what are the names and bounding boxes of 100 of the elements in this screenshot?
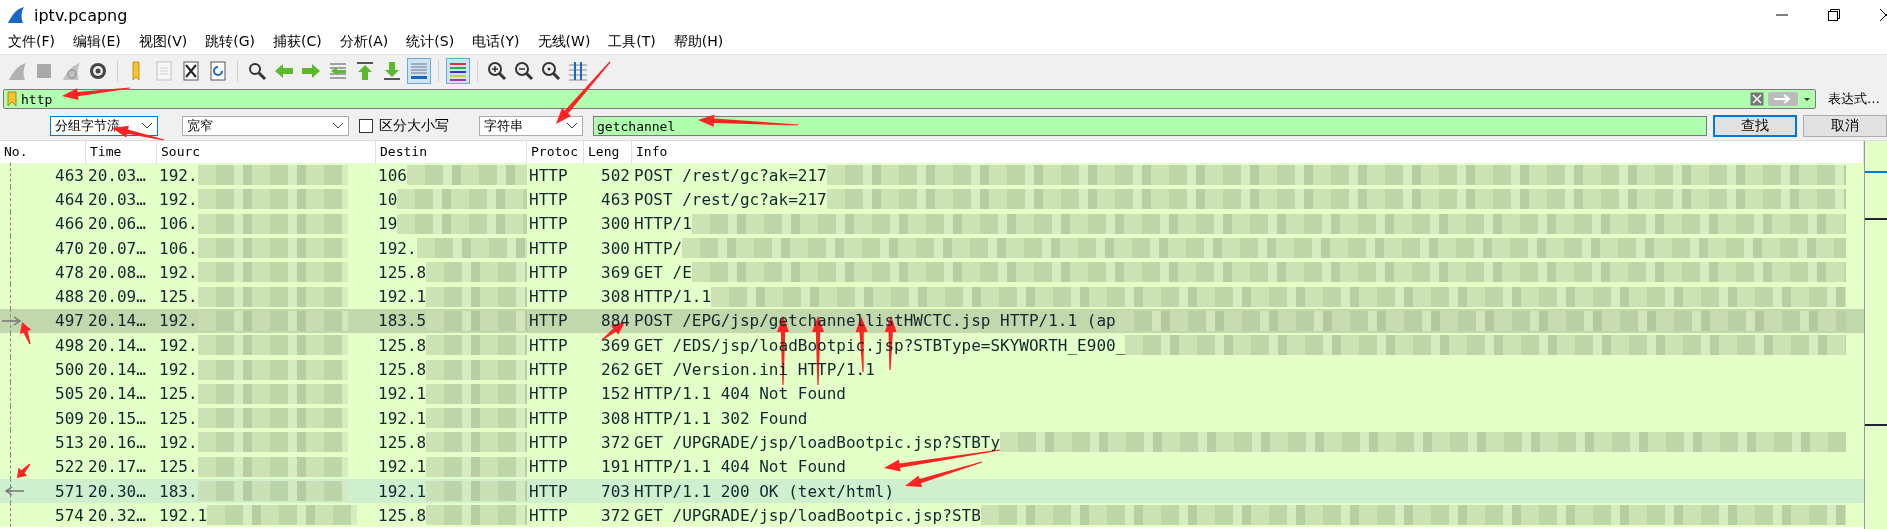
table-cell: 20.32… [88, 505, 146, 525]
packet-row[interactable]: 470 20.07… 106. 192. HTTP 300 HTTP/ [0, 235, 1864, 261]
menu-item[interactable]: 捕获(C) [273, 33, 322, 51]
table-cell: 106 [378, 165, 407, 185]
table-cell: 300 [601, 214, 630, 234]
table-cell: 372 [601, 505, 630, 525]
menu-item[interactable]: 工具(T) [608, 33, 656, 51]
table-cell: 372 [601, 432, 630, 452]
menu-item[interactable]: 编辑(E) [73, 33, 121, 51]
table-cell: 488 [55, 287, 84, 307]
menu-item[interactable]: 文件(F) [8, 33, 55, 51]
table-cell: 192.1 [378, 457, 427, 477]
table-cell: 192.1 [378, 384, 427, 404]
menu-item[interactable]: 电话(Y) [472, 33, 520, 51]
table-cell: 20.17… [88, 457, 146, 477]
table-cell: 183.5 [378, 311, 427, 331]
packet-row[interactable]: 464 20.03… 192. 10 HTTP 463 POST /rest/gc?ak=217 [0, 187, 1864, 212]
table-cell: HTTP/1.1 [634, 287, 712, 307]
dropdown[interactable]: 宽窄 [182, 116, 349, 136]
packet-row[interactable]: 466 20.06… 106. 19 HTTP 300 HTTP/1 [0, 211, 1864, 236]
menu-item[interactable]: 分析(A) [339, 33, 389, 51]
packet-row[interactable]: 522 20.17… 125. 192.1 HTTP 191 HTTP/1.1 404 Not Found [0, 454, 1864, 479]
table-cell: 106. [159, 238, 198, 258]
table-cell: 192. [159, 432, 198, 452]
table-cell: HTTP/1.1 404 Not Found [634, 384, 846, 404]
table-cell: 125.8 [378, 262, 427, 282]
table-cell: 463 [601, 189, 630, 209]
table-cell: 470 [55, 238, 84, 258]
table-cell: HTTP [529, 360, 568, 379]
find-button[interactable]: 查找 [1713, 115, 1797, 137]
table-cell: HTTP [529, 287, 568, 307]
table-cell: GET /UPGRADE/jsp/loadBootpic.jsp?STBTy [634, 432, 1001, 452]
table-cell: HTTP/1.1 404 Not Found [634, 457, 846, 477]
table-cell: HTTP [529, 432, 568, 452]
table-cell: 466 [55, 214, 84, 234]
packet-row[interactable]: 478 20.08… 192. 125.8 HTTP 369 GET /E [0, 260, 1864, 285]
window-title: iptv.pcapng [34, 5, 128, 25]
packet-row[interactable]: 574 20.32… 192.1 125.8 HTTP 372 GET /UPGRADE/jsp/loadBootpic.jsp?STB [0, 503, 1864, 528]
menu-item[interactable]: 无线(W) [537, 33, 591, 51]
display-filter-field[interactable]: http [3, 89, 1816, 109]
table-cell: HTTP/1 [634, 214, 692, 234]
table-cell: 505 [55, 384, 84, 404]
table-cell: 20.03… [88, 165, 146, 185]
table-cell: HTTP [529, 481, 568, 501]
menu-item[interactable]: 跳转(G) [205, 33, 256, 51]
table-cell: 574 [55, 505, 84, 525]
table-cell: 522 [55, 457, 84, 477]
table-cell: 703 [601, 481, 630, 501]
table-cell: 369 [601, 335, 630, 355]
packet-row[interactable]: 505 20.14… 125. 192.1 HTTP 152 HTTP/1.1 404 Not Found [0, 381, 1864, 406]
table-cell: 191 [601, 457, 630, 477]
table-cell: 125.8 [378, 335, 427, 355]
table-cell: 20.14… [88, 384, 146, 404]
menu-item[interactable]: 统计(S) [406, 33, 455, 51]
table-cell: HTTP/1.1 200 OK (text/html) [634, 481, 895, 501]
table-cell: HTTP [529, 262, 568, 282]
table-cell: 502 [601, 165, 630, 185]
table-cell: 192. [159, 311, 198, 331]
table-cell: 20.03… [88, 189, 146, 209]
packet-row[interactable]: 571 20.30… 183. 192.1 HTTP 703 HTTP/1.1 200 OK (text/html) [0, 478, 1864, 504]
table-cell: GET /E [634, 262, 692, 282]
table-cell: 125. [159, 457, 198, 477]
table-cell: 20.14… [88, 360, 146, 379]
table-cell: HTTP [529, 189, 568, 209]
table-cell: HTTP [529, 238, 568, 258]
table-cell: 463 [55, 165, 84, 185]
table-cell: 20.16… [88, 432, 146, 452]
table-cell: 509 [55, 408, 84, 428]
table-cell: 192. [159, 165, 198, 185]
table-cell: 152 [601, 384, 630, 404]
table-cell: HTTP [529, 505, 568, 525]
table-cell: HTTP [529, 214, 568, 234]
table-cell: 125.8 [378, 432, 427, 452]
table-cell: 884 [601, 311, 630, 331]
search-field[interactable]: getchannel [593, 116, 1707, 136]
packet-row[interactable]: 488 20.09… 125. 192.1 HTTP 308 HTTP/1.1 [0, 284, 1864, 309]
table-cell: HTTP [529, 311, 568, 331]
table-cell: POST /rest/gc?ak=217 [634, 165, 827, 185]
packet-row[interactable]: 513 20.16… 192. 125.8 HTTP 372 GET /UPGRADE/jsp/loadBootpic.jsp?STBTy [0, 430, 1864, 455]
table-cell: 308 [601, 287, 630, 307]
table-cell: 192. [159, 335, 198, 355]
table-cell: HTTP [529, 335, 568, 355]
menu-item[interactable]: 帮助(H) [673, 33, 724, 51]
table-cell: POST /rest/gc?ak=217 [634, 189, 827, 209]
dropdown[interactable]: 字符串 [479, 116, 583, 136]
table-cell: 498 [55, 335, 84, 355]
table-cell: 183. [159, 481, 198, 501]
table-cell: 20.14… [88, 335, 146, 355]
table-cell: 478 [55, 262, 84, 282]
table-cell: 125. [159, 408, 198, 428]
menu-item[interactable]: 视图(V) [138, 33, 188, 51]
table-cell: 497 [55, 311, 84, 331]
table-cell: 369 [601, 262, 630, 282]
table-cell: 192.1 [159, 505, 208, 525]
expression-button[interactable]: 表达式… [1822, 90, 1884, 108]
table-cell: 125. [159, 287, 198, 307]
packet-row[interactable]: 509 20.15… 125. 192.1 HTTP 308 HTTP/1.1 302 Found [0, 405, 1864, 431]
table-cell: 20.06… [88, 214, 146, 234]
packet-row[interactable]: 463 20.03… 192. 106 HTTP 502 POST /rest/gc?ak=217 [0, 163, 1864, 188]
cancel-button[interactable]: 取消 [1803, 115, 1887, 137]
